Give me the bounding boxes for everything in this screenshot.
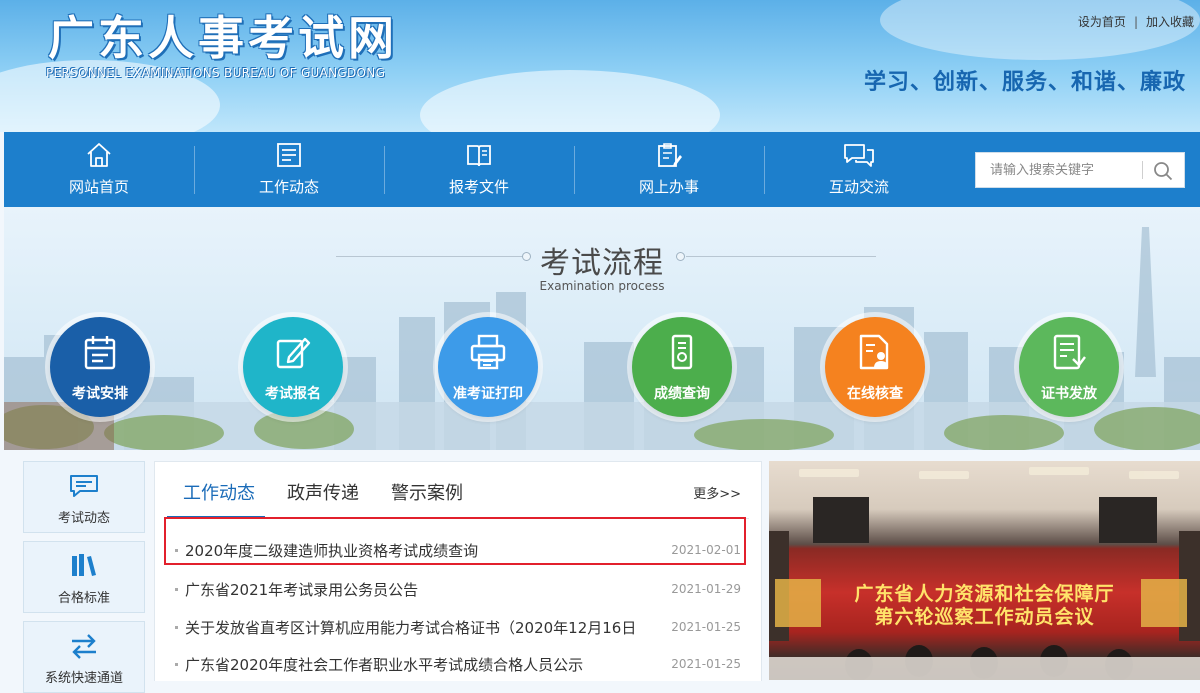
- newspaper-icon: [277, 143, 301, 167]
- nav-item-home[interactable]: 网站首页: [4, 132, 194, 207]
- step-label: 准考证打印: [453, 386, 523, 402]
- news-title: 2020年度二级建造师执业资格考试成绩查询: [185, 542, 479, 560]
- bullet-dot: [175, 588, 178, 591]
- news-photo[interactable]: 广东省人力资源和社会保障厅 第六轮巡察工作动员会议: [769, 461, 1200, 680]
- exchange-arrows-icon: [72, 634, 96, 659]
- nav-item-label: 互动交流: [828, 178, 889, 196]
- nav-item-online-services[interactable]: 网上办事: [574, 132, 764, 207]
- nav-item-label: 网站首页: [68, 178, 129, 196]
- header-banner: 广东人事考试网 PERSONNEL EXAMINATIONS BUREAU OF…: [0, 0, 1200, 132]
- news-item[interactable]: 关于发放省直考区计算机应用能力考试合格证书（2020年12月16日 2021-0…: [169, 611, 745, 645]
- books-icon: [72, 554, 96, 576]
- news-title: 广东省2020年度社会工作者职业水平考试成绩合格人员公示: [185, 656, 584, 674]
- tabs-divider: [167, 518, 749, 519]
- news-date: 2021-01-25: [671, 620, 741, 634]
- photo-banner-text: 第六轮巡察工作动员会议: [874, 606, 1095, 628]
- site-logo-subtitle: PERSONNEL EXAMINATIONS BUREAU OF GUANGDO…: [46, 66, 386, 80]
- sidebar-item-system-fast-channel[interactable]: 系统快速通道: [23, 621, 145, 693]
- more-link[interactable]: 更多>>: [693, 483, 741, 502]
- step-admission-ticket-print[interactable]: 准考证打印: [438, 317, 538, 417]
- step-label: 在线核查: [847, 386, 903, 402]
- nav-item-interaction[interactable]: 互动交流: [764, 132, 954, 207]
- clipboard-edit-icon: [658, 143, 682, 167]
- sidebar-item-label: 考试动态: [57, 511, 110, 526]
- news-title: 关于发放省直考区计算机应用能力考试合格证书（2020年12月16日: [185, 619, 637, 637]
- news-item[interactable]: 广东省2020年度社会工作者职业水平考试成绩合格人员公示 2021-01-25: [169, 648, 745, 682]
- chat-bubbles-icon: [844, 144, 874, 167]
- nav-item-label: 工作动态: [258, 178, 319, 196]
- search-icon[interactable]: [1152, 160, 1174, 182]
- news-date: 2021-01-29: [671, 582, 741, 596]
- nav-item-work-news[interactable]: 工作动态: [194, 132, 384, 207]
- active-tab-indicator: [167, 516, 265, 518]
- tab-policy-news[interactable]: 政声传递: [287, 479, 359, 505]
- news-item[interactable]: 广东省2021年考试录用公务员公告 2021-01-29: [169, 573, 745, 607]
- user-document-icon: [859, 334, 889, 370]
- bullet-dot: [175, 626, 178, 629]
- tab-work-news[interactable]: 工作动态: [183, 479, 255, 505]
- news-date: 2021-01-25: [671, 657, 741, 671]
- edit-icon: [276, 337, 311, 369]
- sidebar-item-exam-news[interactable]: 考试动态: [23, 461, 145, 533]
- home-icon: [87, 143, 111, 167]
- search-box: [975, 152, 1185, 188]
- nav-item-label: 报考文件: [448, 178, 509, 196]
- step-label: 证书发放: [1041, 386, 1097, 402]
- banner-subtitle: Examination process: [539, 279, 665, 293]
- step-exam-registration[interactable]: 考试报名: [243, 317, 343, 417]
- step-certificate-issuance[interactable]: 证书发放: [1019, 317, 1119, 417]
- bullet-dot: [175, 663, 178, 666]
- step-score-query[interactable]: 成绩查询: [632, 317, 732, 417]
- document-search-icon: [671, 334, 693, 370]
- tab-warning-cases[interactable]: 警示案例: [391, 479, 463, 505]
- news-panel: 工作动态 政声传递 警示案例 更多>> 2020年度二级建造师执业资格考试成绩查…: [154, 461, 762, 681]
- banner-title: 考试流程: [540, 246, 664, 281]
- cloud-decoration: [420, 70, 720, 132]
- link-separator: |: [1133, 15, 1138, 29]
- message-icon: [70, 475, 98, 497]
- cloud-decoration: [880, 0, 1200, 60]
- certificate-icon: [1053, 334, 1086, 370]
- step-online-verification[interactable]: 在线核查: [825, 317, 925, 417]
- nav-item-exam-documents[interactable]: 报考文件: [384, 132, 574, 207]
- nav-item-label: 网上办事: [638, 178, 699, 196]
- top-links: 设为首页 | 加入收藏: [1078, 13, 1194, 30]
- step-exam-schedule[interactable]: 考试安排: [50, 317, 150, 417]
- site-logo-text[interactable]: 广东人事考试网: [48, 2, 398, 68]
- calendar-icon: [84, 336, 116, 370]
- exam-process-banner: 考试流程 Examination process 考试安排 考试报名 准考证打印…: [4, 207, 1200, 450]
- meeting-photo-illustration: [769, 467, 1200, 680]
- step-label: 成绩查询: [654, 386, 710, 402]
- sidebar-item-label: 合格标准: [57, 591, 110, 606]
- printer-icon: [470, 334, 506, 370]
- news-title: 广东省2021年考试录用公务员公告: [185, 581, 419, 599]
- search-divider: [1142, 161, 1143, 179]
- news-item[interactable]: 2020年度二级建造师执业资格考试成绩查询 2021-02-01: [169, 534, 745, 568]
- step-label: 考试报名: [265, 386, 321, 402]
- step-label: 考试安排: [72, 386, 128, 402]
- site-slogan: 学习、创新、服务、和谐、廉政: [864, 70, 1187, 95]
- sidebar-item-passing-standard[interactable]: 合格标准: [23, 541, 145, 613]
- sidebar-item-label: 系统快速通道: [44, 671, 123, 686]
- add-favorite-link[interactable]: 加入收藏: [1146, 15, 1194, 29]
- bullet-dot: [175, 549, 178, 552]
- book-icon: [467, 145, 491, 167]
- news-date: 2021-02-01: [671, 543, 741, 557]
- set-homepage-link[interactable]: 设为首页: [1078, 15, 1126, 29]
- search-input[interactable]: [976, 153, 1150, 187]
